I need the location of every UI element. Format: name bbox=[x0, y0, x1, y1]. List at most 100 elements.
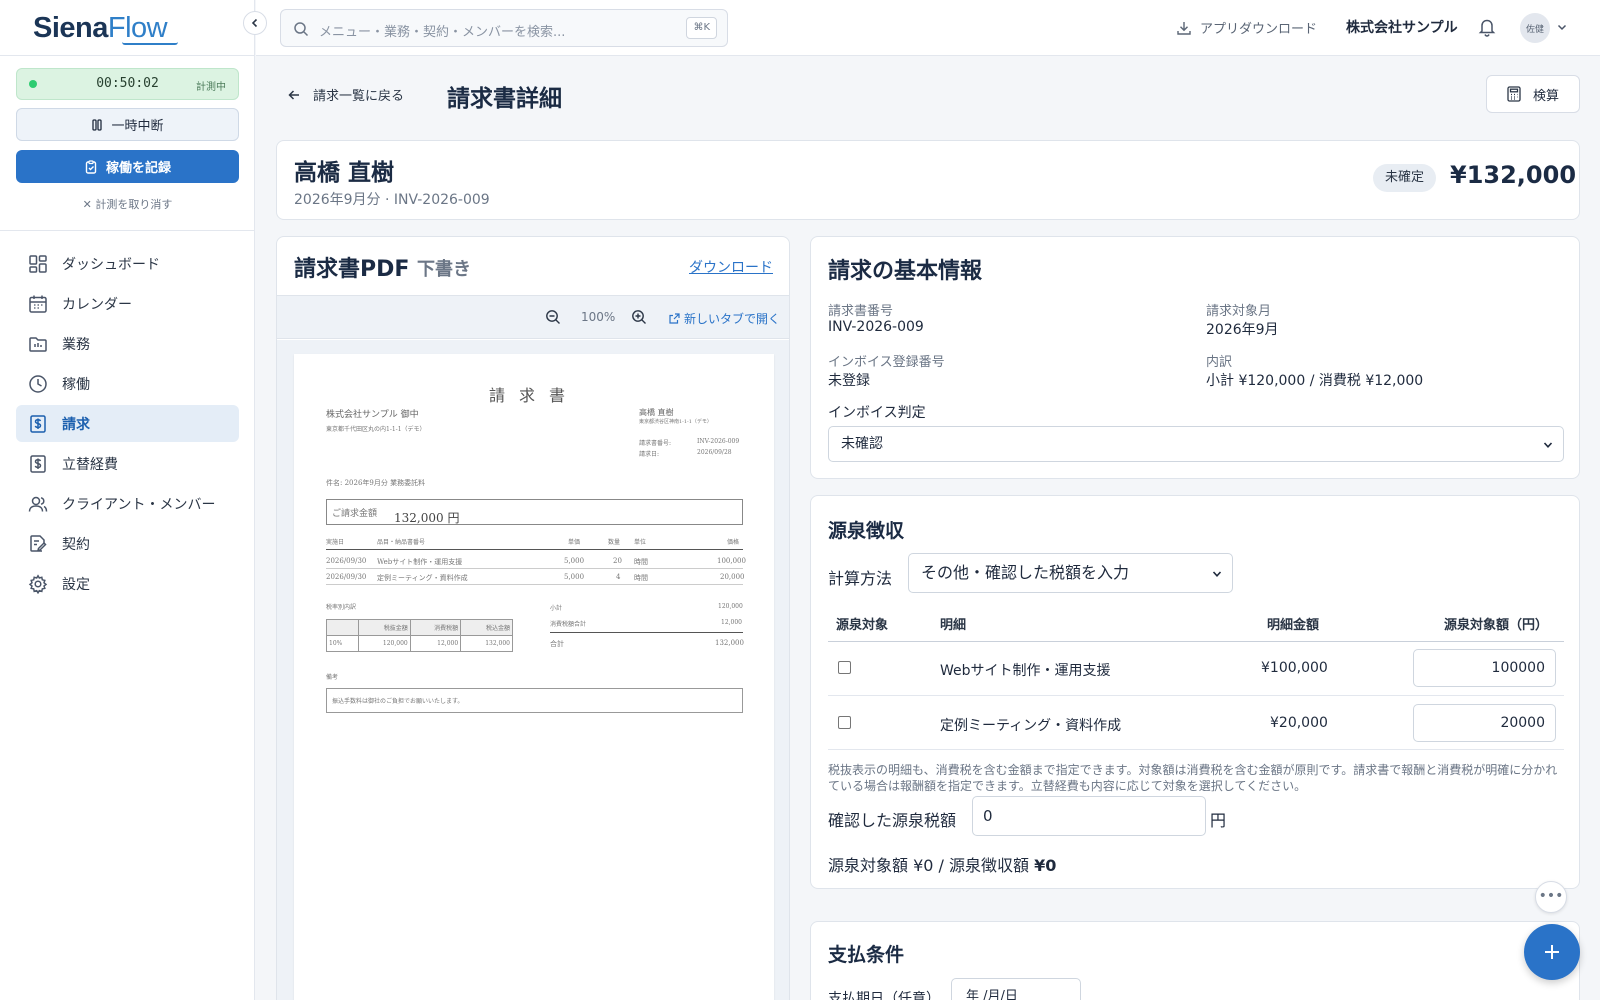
invoice-number-value: INV-2026-009 bbox=[828, 319, 924, 335]
app-download-label: アプリダウンロード bbox=[1200, 22, 1318, 37]
withholding-target-checkbox[interactable] bbox=[838, 716, 851, 729]
sidebar-item-label: 業務 bbox=[62, 336, 90, 353]
sidebar-item-contracts[interactable]: 契約 bbox=[16, 525, 239, 562]
target-amount-input[interactable]: 100000 bbox=[1413, 649, 1556, 687]
avatar[interactable]: 佐健 bbox=[1520, 13, 1550, 43]
doc-row-desc: 定例ミーティング・資料作成 bbox=[377, 574, 468, 582]
client-name: 高橋 直樹 bbox=[294, 160, 395, 186]
doc-tax-cell: 12,000 bbox=[409, 635, 462, 652]
sidebar-collapse-button[interactable] bbox=[243, 11, 267, 35]
doc-tax-cell: 132,000 bbox=[460, 635, 513, 652]
doc-row-line bbox=[326, 568, 743, 569]
pdf-viewer[interactable]: 請求書 株式会社サンプル 御中 東京都千代田区丸の内1-1-1（デモ） 高橋 直… bbox=[277, 340, 789, 1000]
cancel-timer-label: 計測を取り消す bbox=[95, 198, 173, 211]
doc-recipient: 株式会社サンプル 御中 bbox=[326, 410, 419, 420]
app-download-link[interactable]: アプリダウンロード bbox=[1176, 18, 1317, 37]
withholding-summary-text: 源泉対象額 ¥0 / 源泉徴収額 bbox=[828, 856, 1035, 875]
invoice-judgement-select[interactable]: 未確認 bbox=[828, 426, 1564, 462]
search-input[interactable]: メニュー・業務・契約・メンバーを検索... ⌘K bbox=[280, 9, 728, 47]
doc-total-line bbox=[550, 632, 743, 633]
contract-icon bbox=[30, 534, 47, 552]
sidebar-item-work[interactable]: 稼働 bbox=[16, 365, 239, 402]
doc-col-desc: 品目・納品書番号 bbox=[377, 539, 426, 546]
invoice-judgement-label: インボイス判定 bbox=[828, 405, 926, 421]
confirmed-tax-input[interactable]: 0 bbox=[972, 796, 1206, 836]
cancel-timer-link[interactable]: ✕ 計測を取り消す bbox=[0, 196, 255, 212]
record-work-button[interactable]: 稼働を記録 bbox=[16, 150, 239, 183]
company-switcher[interactable]: 株式会社サンプル bbox=[1346, 17, 1458, 37]
draft-label: 下書き bbox=[417, 259, 471, 280]
zoom-out-icon[interactable] bbox=[545, 309, 561, 325]
divider bbox=[0, 230, 255, 231]
logo-swoosh bbox=[122, 42, 178, 45]
app-logo[interactable]: SienaFlow bbox=[33, 12, 168, 45]
doc-tax-total-label: 消費税額合計 bbox=[550, 621, 587, 628]
withholding-summary: 源泉対象額 ¥0 / 源泉徴収額 ¥0 bbox=[828, 852, 1056, 876]
more-actions-button[interactable]: ••• bbox=[1535, 881, 1567, 913]
doc-col-date: 実施日 bbox=[326, 539, 345, 546]
calc-method-label: 計算方法 bbox=[828, 569, 893, 588]
folder-icon bbox=[29, 336, 47, 352]
col-header-item: 明細 bbox=[940, 618, 967, 633]
doc-tax-col: 消費税額 bbox=[409, 619, 462, 636]
pdf-toolbar: 100% 新しいタブで開く bbox=[277, 295, 789, 339]
sidebar-item-dashboard[interactable]: ダッシュボード bbox=[16, 245, 239, 282]
withholding-target-checkbox[interactable] bbox=[838, 661, 851, 674]
doc-col-price: 単価 bbox=[568, 539, 581, 546]
record-work-label: 稼働を記録 bbox=[105, 161, 171, 176]
doc-row-unit: 時間 bbox=[634, 558, 648, 566]
payment-terms-title: 支払条件 bbox=[828, 944, 905, 966]
quick-add-button[interactable] bbox=[1524, 924, 1580, 980]
chevron-down-icon bbox=[1212, 571, 1222, 577]
bell-icon[interactable] bbox=[1478, 17, 1496, 37]
line-item-name: 定例ミーティング・資料作成 bbox=[940, 718, 1122, 734]
back-label: 請求一覧に戻る bbox=[313, 89, 405, 104]
verify-calc-label: 検算 bbox=[1532, 88, 1559, 104]
due-date-label: 支払期日（任意） bbox=[828, 991, 940, 1000]
invoice-summary-card: 高橋 直樹 2026年9月分 · INV-2026-009 未確定 ¥132,0… bbox=[276, 140, 1580, 220]
sidebar-item-calendar[interactable]: カレンダー bbox=[16, 285, 239, 322]
doc-row-date: 2026/09/30 bbox=[326, 557, 367, 565]
chevron-down-icon[interactable] bbox=[1556, 21, 1568, 33]
back-to-invoices-link[interactable]: 請求一覧に戻る bbox=[287, 85, 404, 104]
calculator-icon bbox=[1507, 86, 1521, 102]
pause-label: 一時中断 bbox=[111, 119, 164, 134]
calc-method-select[interactable]: その他・確認した税額を入力 bbox=[908, 553, 1233, 593]
withholding-title: 源泉徴収 bbox=[828, 520, 905, 542]
doc-row-price: 5,000 bbox=[564, 573, 585, 581]
line-item-amount: ¥100,000 bbox=[1261, 660, 1328, 676]
open-new-tab-link[interactable]: 新しいタブで開く bbox=[669, 310, 780, 327]
sidebar-item-tasks[interactable]: 業務 bbox=[16, 325, 239, 362]
verify-calc-button[interactable]: 検算 bbox=[1486, 75, 1580, 113]
arrow-left-icon bbox=[288, 89, 299, 100]
doc-tax-cell: 10% bbox=[326, 635, 359, 652]
table-header-line bbox=[828, 641, 1564, 642]
sidebar-item-label: 稼働 bbox=[62, 376, 90, 393]
chevron-left-icon bbox=[251, 18, 258, 28]
pause-button[interactable]: 一時中断 bbox=[16, 108, 239, 141]
users-icon bbox=[28, 496, 48, 512]
timer-status: 計測中 bbox=[196, 82, 226, 93]
doc-row-date: 2026/09/30 bbox=[326, 573, 367, 581]
sidebar-item-settings[interactable]: 設定 bbox=[16, 565, 239, 602]
line-item-name: Webサイト制作・運用支援 bbox=[940, 663, 1111, 679]
sidebar-item-clients-members[interactable]: クライアント・メンバー bbox=[16, 485, 239, 522]
doc-date-label: 請求日: bbox=[639, 451, 660, 458]
sidebar-item-expenses[interactable]: 立替経費 bbox=[16, 445, 239, 482]
doc-tax-total: 12,000 bbox=[721, 619, 742, 626]
doc-tax-col bbox=[326, 619, 359, 636]
doc-row-desc: Webサイト制作・運用支援 bbox=[377, 558, 463, 566]
download-link[interactable]: ダウンロード bbox=[689, 257, 773, 277]
target-amount-input[interactable]: 20000 bbox=[1413, 704, 1556, 742]
external-link-icon bbox=[669, 313, 680, 324]
sidebar-item-invoices[interactable]: 請求 bbox=[16, 405, 239, 442]
zoom-level: 100% bbox=[581, 310, 616, 324]
zoom-in-icon[interactable] bbox=[631, 309, 647, 325]
due-date-input[interactable]: 年 /月/日 bbox=[951, 978, 1081, 1000]
table-row-line bbox=[828, 695, 1564, 696]
running-timer: 00:50:02 計測中 bbox=[16, 68, 239, 100]
doc-table-header-line bbox=[326, 549, 743, 550]
clock-icon bbox=[29, 374, 47, 393]
doc-row-amount: 20,000 bbox=[720, 573, 745, 581]
doc-amount-label: ご請求金額 bbox=[332, 509, 378, 519]
